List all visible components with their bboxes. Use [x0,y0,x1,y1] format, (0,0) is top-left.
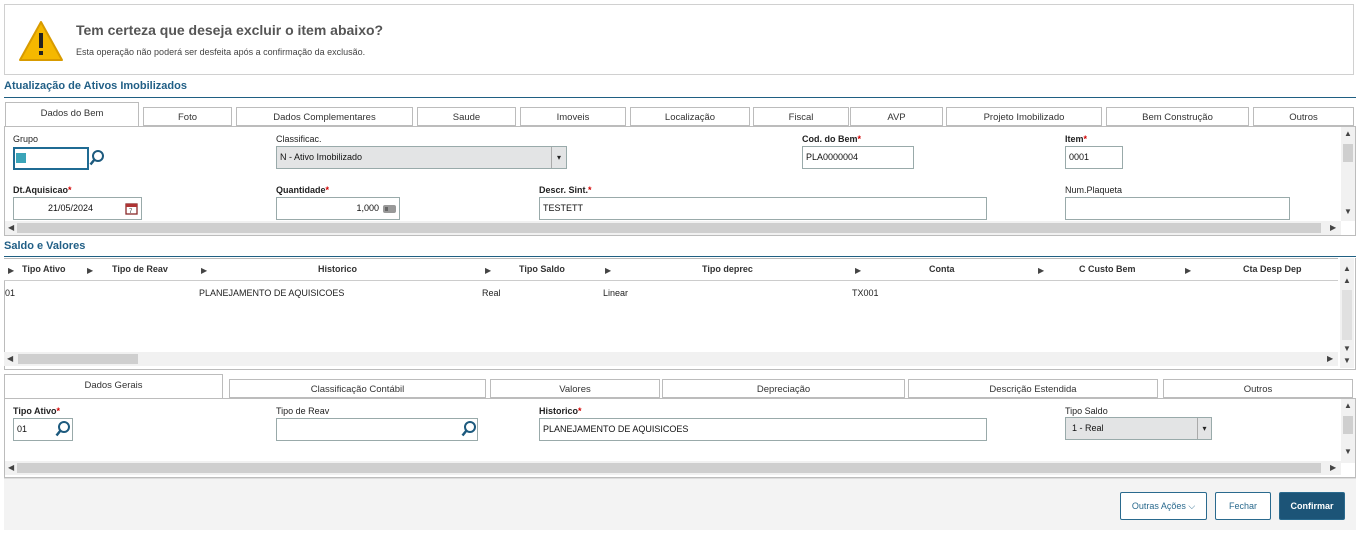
dialog-subtitle: Esta operação não poderá ser desfeita ap… [76,47,366,57]
footer-bar: Outras Ações ⌵ Fechar Confirmar [4,478,1356,530]
col-tipo-deprec-header[interactable]: Tipo deprec [702,264,753,274]
cod-bem-input[interactable]: PLA0000004 [802,146,914,169]
vertical-scrollbar[interactable]: ▲ ▼ [1341,127,1355,221]
sort-arrow-icon[interactable]: ▶ [605,266,611,275]
grupo-color-swatch [16,153,26,163]
section-title-saldo: Saldo e Valores [4,240,86,252]
dados-bem-tab-8[interactable]: Projeto Imobilizado [946,107,1102,126]
sort-arrow-icon[interactable]: ▶ [855,266,861,275]
table-cell-tipo-deprec: Linear [603,288,629,298]
dialog-title: Tem certeza que deseja excluir o item ab… [76,22,384,38]
num-plaqueta-label: Num.Plaqueta [1065,185,1123,195]
col-tipo-reav-header[interactable]: Tipo de Reav [112,264,168,274]
dados-bem-tab-10[interactable]: Outros [1253,107,1354,126]
dados-gerais-tab-1[interactable]: Classificação Contábil [229,379,486,398]
col-c-custo-bem-header[interactable]: C Custo Bem [1079,264,1136,274]
num-plaqueta-input[interactable] [1065,197,1290,220]
sort-arrow-icon[interactable]: ▶ [87,266,93,275]
table-cell-historico: PLANEJAMENTO DE AQUISICOES [199,288,345,298]
search-icon[interactable] [55,420,71,438]
col-tipo-ativo-header[interactable]: Tipo Ativo [22,264,66,274]
dados-bem-tab-0[interactable]: Dados do Bem [5,102,139,126]
descr-sint-label: Descr. Sint.* [539,185,592,195]
tipo-reav-label: Tipo de Reav [276,406,330,416]
dados-bem-tab-2[interactable]: Dados Complementares [236,107,413,126]
section-title-ativos: Atualização de Ativos Imobilizados [4,80,187,92]
dados-bem-tab-9[interactable]: Bem Construção [1106,107,1249,126]
dados-bem-tab-5[interactable]: Localização [630,107,750,126]
sort-arrow-icon[interactable]: ▶ [201,266,207,275]
warning-icon [19,21,63,61]
calendar-icon[interactable]: 7 [125,202,138,215]
dados-gerais-tab-4[interactable]: Descrição Estendida [908,379,1158,398]
table-cell-tipo-ativo: 01 [5,288,16,298]
dados-gerais-tab-5[interactable]: Outros [1163,379,1353,398]
historico-label: Historico* [539,406,582,416]
sort-arrow-icon[interactable]: ▶ [1038,266,1044,275]
quantidade-label: Quantidade* [276,185,330,195]
chevron-down-icon: ⌵ [1188,501,1196,511]
sort-arrow-icon[interactable]: ▶ [1185,266,1191,275]
cod-bem-label: Cod. do Bem* [802,134,862,144]
dados-gerais-tab-2[interactable]: Valores [490,379,660,398]
tipo-reav-input[interactable] [276,418,478,441]
tipo-saldo-label: Tipo Saldo [1065,406,1108,416]
tipo-saldo-select[interactable]: 1 - Real [1065,417,1212,440]
dados-bem-tab-3[interactable]: Saude [417,107,516,126]
fechar-button[interactable]: Fechar [1215,492,1271,520]
col-historico-header[interactable]: Historico [318,264,357,274]
panel-dados-bem: Grupo Classificac. N - Ativo Imobilizado… [4,126,1356,236]
item-label: Item* [1065,134,1088,144]
chevron-down-icon[interactable]: ▾ [551,147,566,168]
historico-input[interactable]: PLANEJAMENTO DE AQUISICOES [539,418,987,441]
dados-gerais-tab-3[interactable]: Depreciação [662,379,905,398]
confirmar-button[interactable]: Confirmar [1279,492,1345,520]
col-cta-desp-dep-header[interactable]: Cta Desp Dep [1243,264,1302,274]
chevron-down-icon[interactable]: ▾ [1197,418,1211,439]
panel-dados-gerais: Tipo Ativo* 01 Tipo de Reav Historico* P… [4,398,1356,478]
grid-vertical-scrollbar[interactable]: ▲ ▲ ▼ ▼ [1340,258,1354,368]
horizontal-scrollbar[interactable]: ◀ ▶ [5,461,1341,475]
dados-bem-tab-6[interactable]: Fiscal [753,107,849,126]
classificac-select[interactable]: N - Ativo Imobilizado [276,146,567,169]
table-cell-conta: TX001 [852,288,879,298]
descr-sint-input[interactable]: TESTETT [539,197,987,220]
item-input[interactable]: 0001 [1065,146,1123,169]
vertical-scrollbar[interactable]: ▲ ▼ [1341,399,1355,463]
col-tipo-saldo-header[interactable]: Tipo Saldo [519,264,565,274]
sort-arrow-icon[interactable]: ▶ [8,266,14,275]
grupo-label: Grupo [13,134,39,144]
dados-gerais-tab-0[interactable]: Dados Gerais [4,374,223,398]
calculator-icon[interactable] [383,204,397,214]
dt-aquisicao-input[interactable]: 21/05/2024 [13,197,142,220]
outras-acoes-button[interactable]: Outras Ações ⌵ [1120,492,1207,520]
search-icon[interactable] [89,149,105,167]
sort-arrow-icon[interactable]: ▶ [485,266,491,275]
dados-bem-tab-4[interactable]: Imoveis [520,107,626,126]
dt-aquisicao-label: Dt.Aquisicao* [13,185,72,195]
col-conta-header[interactable]: Conta [929,264,955,274]
quantidade-input[interactable]: 1,000 [276,197,400,220]
classificac-label: Classificac. [276,134,322,144]
tipo-ativo-label: Tipo Ativo* [13,406,61,416]
search-icon[interactable] [461,420,477,438]
confirmation-banner: Tem certeza que deseja excluir o item ab… [4,4,1354,75]
dados-bem-tab-1[interactable]: Foto [143,107,232,126]
dados-bem-tab-7[interactable]: AVP [850,107,943,126]
table-cell-tipo-saldo: Real [482,288,501,298]
grid-horizontal-scrollbar[interactable]: ◀ ▶ [4,352,1338,366]
horizontal-scrollbar[interactable]: ◀ ▶ [5,221,1341,235]
